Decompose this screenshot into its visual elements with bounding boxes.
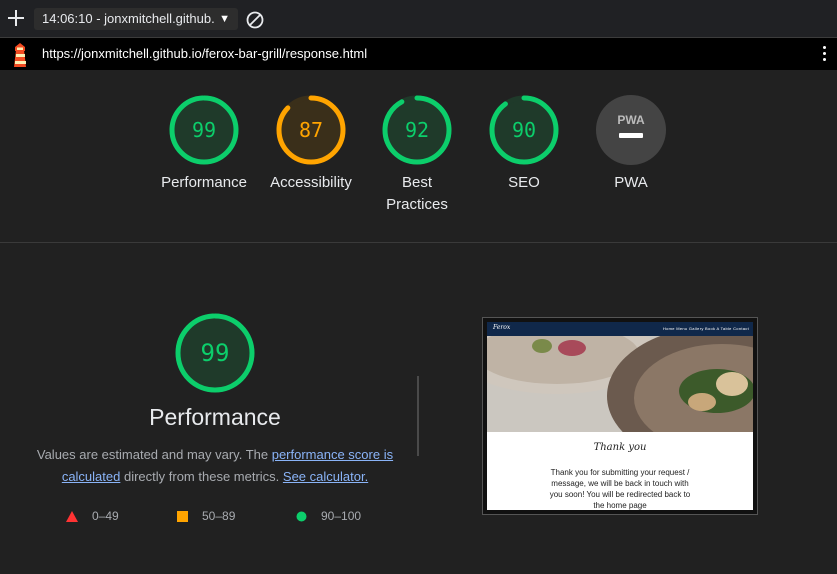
thumbnail-message: Thank you for submitting your request / … [549, 468, 691, 510]
kebab-menu-icon[interactable] [823, 44, 827, 64]
thumbnail-hero-image [487, 336, 753, 432]
gauge-accessibility-label: Accessibility [270, 174, 352, 191]
gauge-seo-score: 90 [512, 118, 536, 142]
gauge-pwa-label: PWA [614, 174, 648, 191]
category-gauges: 99 Performance 87 Accessibility 92 Best P… [0, 70, 837, 243]
gauge-accessibility-ring: 87 [276, 95, 346, 165]
page-url[interactable]: https://jonxmitchell.github.io/ferox-bar… [42, 46, 367, 61]
legend-average-range: 50–89 [202, 509, 236, 523]
gauge-seo-ring: 90 [489, 95, 559, 165]
legend-pass: 90–100 [296, 509, 361, 523]
thumbnail-logo: Ferox [493, 324, 511, 331]
gauge-performance-score: 99 [192, 118, 216, 142]
thumbnail-navbar: Ferox Home Menu Gallery Book A Table Con… [487, 322, 753, 336]
gauge-pwa[interactable]: PWA PWA [577, 94, 685, 194]
legend-fail: 0–49 [66, 509, 119, 523]
final-screenshot-image: Ferox Home Menu Gallery Book A Table Con… [487, 322, 753, 510]
gauge-accessibility[interactable]: 87 Accessibility [257, 94, 365, 194]
thumbnail-nav-links: Home Menu Gallery Book A Table Contact [662, 326, 749, 331]
report-toolbar: 14:06:10 - jonxmitchell.github. ▼ [0, 0, 837, 38]
performance-description: Values are estimated and may vary. The p… [36, 447, 394, 484]
url-bar: https://jonxmitchell.github.io/ferox-bar… [0, 38, 837, 70]
performance-score: 99 [201, 339, 230, 367]
caret-down-icon: ▼ [219, 13, 230, 25]
legend-fail-range: 0–49 [92, 509, 119, 523]
performance-title: Performance [149, 404, 281, 430]
square-icon [177, 510, 188, 522]
pwa-badge-icon: PWA [596, 95, 666, 165]
gauge-performance[interactable]: 99 Performance [150, 94, 258, 194]
gauge-best-practices-label: Best Practices [386, 174, 448, 213]
svg-text:PWA: PWA [617, 113, 645, 127]
block-icon[interactable] [245, 10, 265, 30]
section-divider [417, 376, 419, 456]
gauge-seo-label: SEO [508, 174, 540, 191]
gauge-accessibility-score: 87 [299, 118, 323, 142]
report-selector-label: 14:06:10 - jonxmitchell.github. [42, 11, 215, 26]
performance-gauge: 99 [175, 313, 255, 393]
gauge-performance-label: Performance [161, 174, 247, 191]
gauge-best-practices[interactable]: 92 Best Practices [363, 94, 471, 216]
gauge-seo[interactable]: 90 SEO [470, 94, 578, 194]
final-screenshot[interactable]: Ferox Home Menu Gallery Book A Table Con… [482, 317, 758, 515]
thumbnail-thank-you: Thank you [593, 442, 647, 453]
gauge-best-practices-ring: 92 [382, 95, 452, 165]
gauge-performance-ring: 99 [169, 95, 239, 165]
see-calculator-link[interactable]: See calculator. [283, 469, 368, 484]
legend-pass-range: 90–100 [321, 509, 362, 523]
triangle-icon [66, 510, 78, 522]
legend-average: 50–89 [177, 509, 235, 523]
lighthouse-icon [14, 43, 26, 67]
circle-icon [296, 511, 307, 521]
report-selector[interactable]: 14:06:10 - jonxmitchell.github. ▼ [34, 8, 238, 30]
gauge-best-practices-score: 92 [405, 118, 429, 142]
thumbnail-content: Thank you Thank you for submitting your … [487, 432, 753, 510]
plus-icon[interactable] [6, 8, 26, 28]
